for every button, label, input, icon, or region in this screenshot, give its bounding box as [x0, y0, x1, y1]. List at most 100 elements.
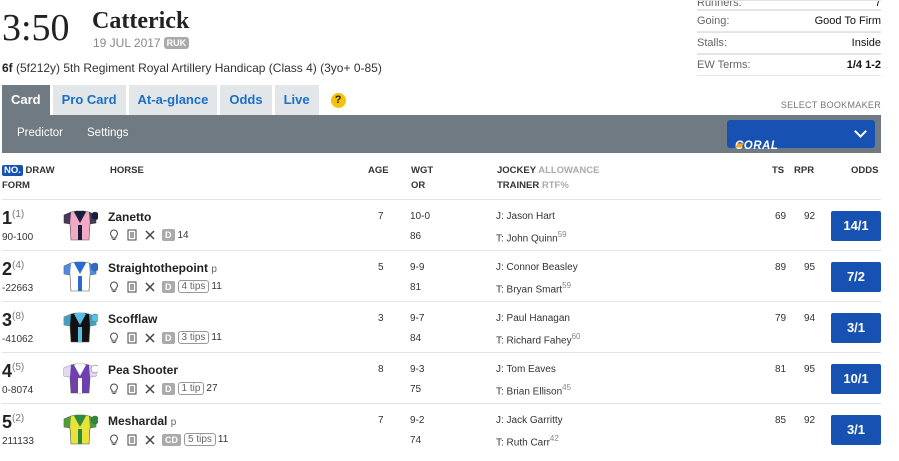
notes-icon[interactable] [126, 281, 138, 293]
runner-rpr: 95 [804, 364, 816, 375]
runner-ts: 69 [775, 211, 787, 222]
race-time: 3:50 [2, 7, 70, 49]
subnav-bar: Predictor Settings CORAL ▰ [2, 115, 881, 153]
settings-link[interactable]: Settings [87, 127, 129, 139]
tips-badge[interactable]: 5 tips [184, 433, 216, 446]
notes-icon[interactable] [126, 383, 138, 395]
runner-list: 1(1) 90-100 Zanetto D 14 7 10-0 86 J: Ja… [2, 199, 881, 454]
runner-rpr: 92 [804, 415, 816, 426]
help-icon[interactable]: ? [330, 93, 346, 108]
jockey-name[interactable]: J: Connor Beasley [496, 262, 578, 273]
trainer-name[interactable]: T: Ruth Carr42 [496, 434, 559, 448]
predictor-link[interactable]: Predictor [17, 127, 63, 139]
odds-button[interactable]: 3/1 [831, 313, 881, 343]
tab-odds[interactable]: Odds [220, 85, 272, 115]
jockey-name[interactable]: J: Paul Hanagan [496, 313, 570, 324]
trainer-name-text[interactable]: T: Ruth Carr [496, 437, 550, 448]
days-since-run: 14 [177, 229, 189, 241]
odds-button[interactable]: 3/1 [831, 415, 881, 445]
info-label: Stalls: [697, 37, 727, 49]
horse-name-text[interactable]: Scofflaw [108, 312, 157, 326]
race-title-text: (5f212y) 5th Regiment Royal Artillery Ha… [16, 61, 382, 75]
runner-icons: D 4 tips 11 [108, 280, 222, 293]
header-no-draw: NO. DRAW FORM [2, 163, 55, 193]
info-runners: Runners: 7 [697, 0, 881, 10]
header-form: FORM [2, 180, 30, 191]
runner-or: 81 [410, 282, 422, 293]
racecard-tabs: Card Pro Card At-a-glance Odds Live ? [2, 85, 346, 115]
trainer-name[interactable]: T: Bryan Smart59 [496, 281, 571, 295]
course-distance-badge: D [162, 331, 175, 344]
runner-ts: 81 [775, 364, 787, 375]
jockey-name[interactable]: J: Jason Hart [496, 211, 555, 222]
trainer-name[interactable]: T: John Quinn59 [496, 230, 567, 244]
horse-name-text[interactable]: Meshardal [108, 414, 167, 428]
close-icon[interactable] [144, 434, 156, 446]
course-distance-badge: D [162, 229, 175, 241]
horse-name-text[interactable]: Straightothepoint [108, 261, 208, 275]
tab-pro-card[interactable]: Pro Card [52, 85, 126, 115]
lightbulb-icon[interactable] [108, 280, 120, 293]
horse-name-text[interactable]: Zanetto [108, 210, 151, 224]
runner-or: 74 [410, 435, 422, 446]
tab-live[interactable]: Live [274, 85, 319, 115]
runner-form: -41062 [2, 334, 34, 345]
runner-age: 8 [378, 364, 384, 375]
odds-button[interactable]: 7/2 [831, 262, 881, 292]
lightbulb-icon[interactable] [108, 331, 120, 344]
runner-form: 90-100 [2, 232, 34, 243]
trainer-rtf: 60 [571, 332, 581, 341]
trainer-rtf: 59 [562, 281, 572, 290]
runner-age: 3 [378, 313, 384, 324]
horse-name[interactable]: Scofflaw [108, 312, 157, 326]
runner-form: 211133 [2, 436, 34, 447]
close-icon[interactable] [144, 281, 156, 293]
trainer-name-text[interactable]: T: Bryan Smart [496, 284, 562, 295]
horse-name-text[interactable]: Pea Shooter [108, 363, 178, 377]
trainer-name[interactable]: T: Richard Fahey60 [496, 332, 581, 346]
runner-icons: D 14 [108, 229, 189, 241]
jockey-silks-icon [63, 312, 98, 343]
lightbulb-icon[interactable] [108, 382, 120, 395]
lightbulb-icon[interactable] [108, 229, 120, 241]
header-allowance: ALLOWANCE [538, 165, 600, 176]
lightbulb-icon[interactable] [108, 433, 120, 446]
close-icon[interactable] [144, 383, 156, 395]
runner-number: 4(5) [2, 361, 24, 382]
tips-badge[interactable]: 3 tips [177, 331, 210, 344]
headgear-indicator: p [211, 264, 217, 275]
tab-card[interactable]: Card [2, 85, 50, 115]
horse-name[interactable]: Meshardal p [108, 414, 176, 428]
jockey-name[interactable]: J: Jack Garritty [496, 415, 563, 426]
runner-rpr: 94 [804, 313, 816, 324]
trainer-name-text[interactable]: T: John Quinn [496, 233, 558, 244]
notes-icon[interactable] [126, 332, 138, 344]
info-label: Going: [697, 15, 730, 27]
runner-rpr: 95 [804, 262, 816, 273]
horse-name[interactable]: Pea Shooter [108, 363, 178, 377]
trainer-name-text[interactable]: T: Brian Ellison [496, 386, 562, 397]
odds-button[interactable]: 10/1 [831, 364, 881, 394]
odds-button[interactable]: 14/1 [831, 211, 881, 241]
header-ts: TS [772, 165, 785, 176]
info-label: Runners: [697, 0, 742, 9]
bookmaker-select[interactable]: CORAL ▰ [727, 120, 875, 152]
trainer-name[interactable]: T: Brian Ellison45 [496, 383, 571, 397]
trainer-rtf: 59 [557, 230, 567, 239]
jockey-name[interactable]: J: Tom Eaves [496, 364, 556, 375]
notes-icon[interactable] [126, 229, 138, 241]
runner-weight: 9-9 [410, 262, 425, 273]
tips-badge[interactable]: 1 tip [177, 382, 205, 395]
trainer-name-text[interactable]: T: Richard Fahey [496, 335, 572, 346]
notes-icon[interactable] [126, 434, 138, 446]
horse-name[interactable]: Straightothepoint p [108, 261, 217, 275]
close-icon[interactable] [144, 229, 156, 241]
runner-draw: (4) [12, 260, 25, 271]
horse-name[interactable]: Zanetto [108, 210, 151, 224]
tab-at-a-glance[interactable]: At-a-glance [128, 85, 218, 115]
close-icon[interactable] [144, 332, 156, 344]
runner-no: 5 [2, 412, 13, 432]
course-name[interactable]: Catterick [92, 8, 189, 35]
tips-badge[interactable]: 4 tips [177, 280, 210, 293]
runner-number: 5(2) [2, 412, 24, 433]
